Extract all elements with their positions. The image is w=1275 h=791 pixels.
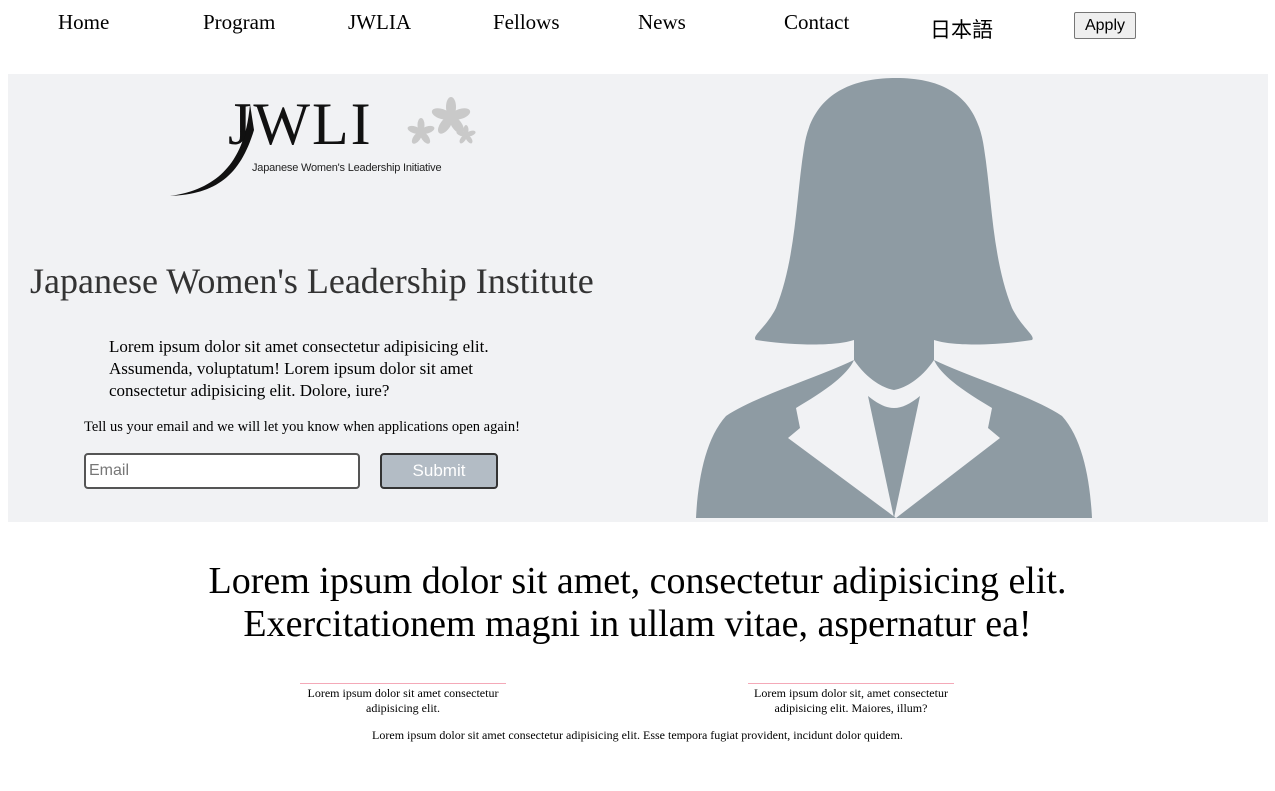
- hero-description: Lorem ipsum dolor sit amet consectetur a…: [109, 337, 489, 400]
- email-field[interactable]: [84, 453, 360, 489]
- feature-card-2: Lorem ipsum dolor sit, amet consectetur …: [748, 683, 954, 716]
- footer-text: Lorem ipsum dolor sit amet consectetur a…: [372, 728, 903, 742]
- main-nav: Home Program JWLIA Fellows News Contact …: [0, 0, 1275, 60]
- submit-button[interactable]: Submit: [380, 453, 498, 489]
- nav-link-home[interactable]: Home: [58, 10, 109, 35]
- apply-button[interactable]: Apply: [1074, 12, 1136, 39]
- nav-link-jwlia[interactable]: JWLIA: [348, 10, 411, 35]
- hero-section: JWLI Japanese Women's Leadership Initiat…: [8, 74, 1268, 522]
- nav-link-japanese[interactable]: 日本語: [930, 14, 993, 44]
- nav-link-program[interactable]: Program: [203, 10, 275, 35]
- nav-link-contact[interactable]: Contact: [784, 10, 849, 35]
- woman-silhouette-image: [696, 78, 1092, 518]
- jwli-logo: JWLI Japanese Women's Leadership Initiat…: [166, 90, 476, 202]
- tagline-line-1: Lorem ipsum dolor sit amet, consectetur …: [208, 560, 1067, 602]
- logo-subtitle: Japanese Women's Leadership Initiative: [252, 162, 442, 174]
- feature-card-1: Lorem ipsum dolor sit amet consectetur a…: [300, 683, 506, 716]
- tagline-line-2: Exercitationem magni in ullam vitae, asp…: [243, 603, 1032, 645]
- email-prompt: Tell us your email and we will let you k…: [84, 419, 520, 435]
- logo-wordmark: JWLI: [228, 91, 373, 157]
- nav-link-news[interactable]: News: [638, 10, 686, 35]
- hero-title: Japanese Women's Leadership Institute: [30, 261, 594, 301]
- nav-link-fellows[interactable]: Fellows: [493, 10, 560, 35]
- tagline: Lorem ipsum dolor sit amet, consectetur …: [0, 560, 1275, 646]
